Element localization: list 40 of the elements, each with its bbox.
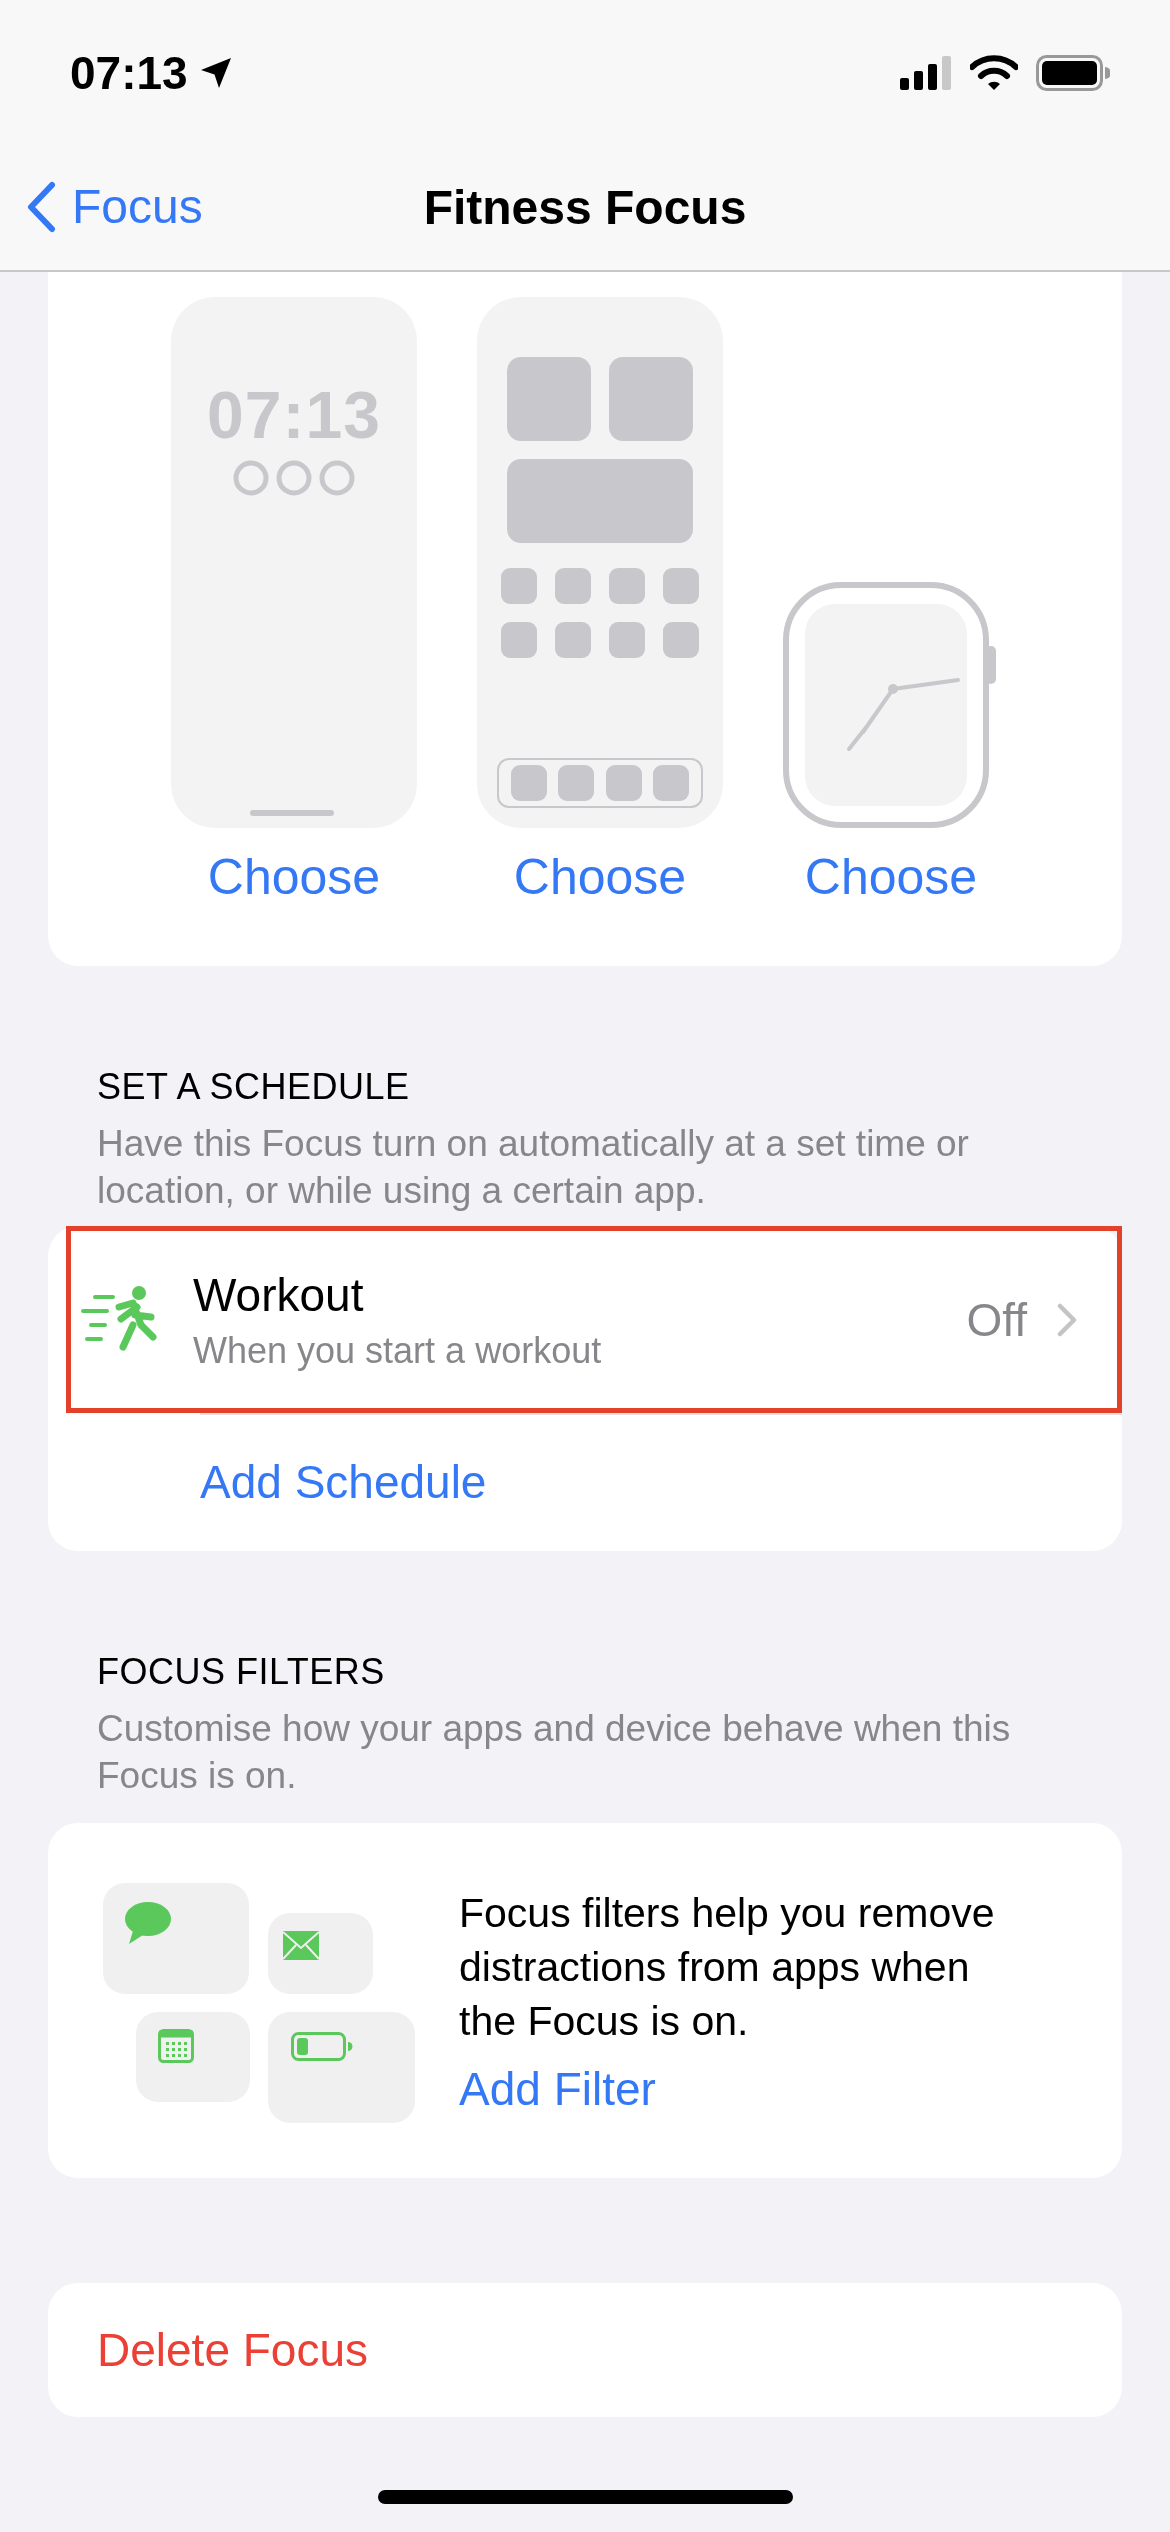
app-icon (555, 568, 591, 604)
app-icon (510, 765, 547, 801)
schedule-row[interactable]: Workout When you start a workout Off (66, 1226, 1122, 1413)
app-icon (558, 765, 595, 801)
battery-icon (1036, 54, 1110, 91)
filter-explanation: Focus filters help you remove distractions from apps when the Focus is on. (459, 1888, 996, 2046)
nav-title: Fitness Focus (423, 180, 747, 235)
schedule-title: Workout (193, 1267, 365, 1322)
app-icon (663, 622, 699, 658)
chevron-right-icon (1057, 1302, 1077, 1337)
back-button[interactable]: Focus (26, 179, 203, 234)
section-description: Have this Focus turn on automatically at a set time or location, or while using a certain app. (97, 1122, 970, 1213)
choose-button[interactable]: Choose (804, 848, 978, 906)
app-icon (501, 622, 537, 658)
envelope-icon (283, 1931, 319, 1960)
section-heading: SET A SCHEDULE (97, 1066, 411, 1108)
add-filter-link[interactable]: Add Filter (459, 2061, 656, 2116)
battery-low-icon (291, 2032, 353, 2061)
add-schedule-link[interactable]: Add Schedule (200, 1456, 487, 1508)
signal-icon (900, 55, 952, 90)
schedule-value: Off (966, 1292, 1027, 1347)
section-description: Customise how your apps and device behave when this Focus is on. (97, 1707, 1012, 1798)
calendar-icon (158, 2029, 194, 2063)
section-heading: FOCUS FILTERS (97, 1651, 386, 1693)
chevron-left-icon (26, 180, 56, 233)
widget-circles-icon (232, 459, 356, 497)
app-icon (609, 622, 645, 658)
app-icon (555, 622, 591, 658)
app-icon (663, 568, 699, 604)
choose-button[interactable]: Choose (513, 848, 687, 906)
choose-button[interactable]: Choose (207, 848, 381, 906)
app-icon (653, 765, 690, 801)
app-icon (609, 568, 645, 604)
status-time: 07:13 (70, 45, 188, 100)
delete-focus-button[interactable]: Delete Focus (48, 2283, 1122, 2417)
speech-bubble-icon (123, 1901, 171, 1945)
app-icon (605, 765, 642, 801)
wifi-icon (970, 54, 1018, 91)
schedule-subtitle: When you start a workout (193, 1329, 603, 1372)
app-icon (501, 568, 537, 604)
